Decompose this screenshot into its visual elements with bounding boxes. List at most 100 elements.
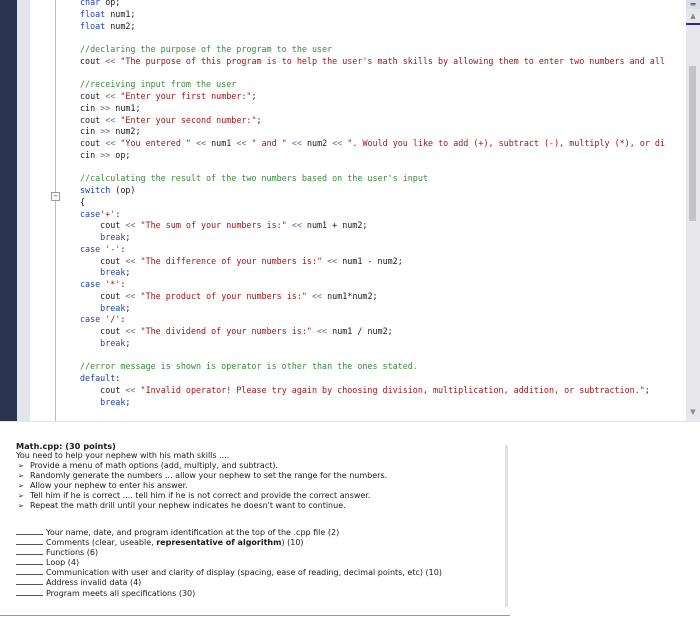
- assignment-title: Math.cpp: (30 points): [16, 441, 116, 451]
- code-line[interactable]: cout << "The dividend of your numbers is…: [80, 326, 665, 338]
- code-token: :: [120, 279, 126, 289]
- code-line[interactable]: {: [80, 197, 665, 209]
- rubric-text: Loop (4): [46, 558, 80, 568]
- arrow-bullet-icon: ➢: [18, 492, 24, 500]
- code-token: cout: [80, 384, 126, 395]
- arrow-bullet-icon: ➢: [18, 462, 24, 470]
- arrow-bullet-icon: ➢: [18, 482, 24, 490]
- code-line[interactable]: cout << "Enter your first number:";: [80, 91, 665, 103]
- code-token: op;: [110, 149, 131, 160]
- code-line[interactable]: //calculating the result of the two numb…: [80, 173, 665, 185]
- code-line[interactable]: cout << "The product of your numbers is:…: [80, 291, 665, 303]
- code-line[interactable]: //declaring the purpose of the program t…: [80, 44, 665, 56]
- code-line[interactable]: cin >> op;: [80, 150, 665, 162]
- assignment-description: Math.cpp: (30 points) You need to help y…: [16, 441, 516, 511]
- grading-rubric: Your name, date, and program identificat…: [16, 527, 442, 598]
- code-token: "You entered ": [115, 138, 191, 148]
- code-token: num2;: [110, 126, 141, 137]
- requirement-text: Allow your nephew to enter his answer.: [30, 481, 188, 490]
- code-line[interactable]: cin >> num1;: [80, 103, 665, 115]
- document-border-right: [505, 445, 508, 607]
- scrollbar-thumb[interactable]: [689, 66, 696, 221]
- code-token: <<: [306, 290, 323, 301]
- code-token: ;: [125, 337, 131, 348]
- code-token: "Invalid operator! Please try again by c…: [135, 384, 645, 395]
- scroll-up-arrow-icon[interactable]: ▲: [686, 12, 700, 20]
- code-token: num1;: [105, 8, 136, 19]
- code-line[interactable]: float num2;: [80, 21, 665, 33]
- score-blank-line: [16, 567, 43, 576]
- code-line[interactable]: cout << "The difference of your numbers …: [80, 256, 665, 268]
- code-token: "The sum of your numbers is:": [135, 220, 287, 231]
- code-token: ". Would you like to add (+), subtract (…: [342, 138, 665, 148]
- code-line[interactable]: break;: [80, 397, 665, 409]
- code-line[interactable]: case '/':: [80, 314, 665, 326]
- code-line[interactable]: cout << "Invalid operator! Please try ag…: [80, 385, 665, 397]
- split-window-icon[interactable]: ═: [686, 0, 700, 9]
- code-token: <<: [105, 91, 116, 101]
- rubric-text: Program meets all specifications (30): [46, 588, 196, 598]
- code-line[interactable]: [80, 68, 665, 80]
- rubric-text-bold: representative of algorithm: [156, 538, 282, 548]
- requirement-item: ➢ Provide a menu of math options (add, mu…: [16, 461, 516, 471]
- code-token: case: [80, 208, 101, 219]
- code-line[interactable]: cout << "The purpose of this program is …: [80, 56, 665, 68]
- code-line[interactable]: cnar op;: [80, 0, 665, 9]
- code-line[interactable]: [80, 32, 665, 44]
- requirement-item: ➢ Tell him if he is correct .... tell him…: [16, 491, 516, 501]
- code-token: <<: [190, 138, 207, 148]
- code-token: :: [115, 208, 121, 219]
- requirement-text: Repeat the math drill until your nephew …: [30, 501, 346, 510]
- code-line[interactable]: //receiving input from the user: [80, 79, 665, 91]
- code-token: case: [80, 279, 101, 289]
- code-line[interactable]: case'+':: [80, 209, 665, 221]
- scroll-down-arrow-icon[interactable]: ▼: [686, 408, 700, 416]
- code-line[interactable]: break;: [80, 303, 665, 315]
- rubric-item: Loop (4): [16, 557, 442, 567]
- outline-fold-line: [55, 0, 56, 421]
- code-token: ;: [125, 396, 131, 407]
- code-token: :: [120, 314, 126, 325]
- code-token: case: [80, 314, 101, 325]
- code-line[interactable]: float num1;: [80, 9, 665, 21]
- code-text[interactable]: cnar op; float num1; float num2; //declari…: [80, 0, 665, 408]
- code-line[interactable]: switch (op): [80, 185, 665, 197]
- code-line[interactable]: cin >> num2;: [80, 126, 665, 138]
- code-token: cnar: [80, 0, 101, 7]
- code-token: '-': [100, 243, 121, 254]
- code-token: num1 + num2;: [301, 220, 368, 231]
- rubric-text: Comments (clear, useable,: [46, 538, 157, 548]
- collapse-minus-icon[interactable]: −: [51, 192, 60, 201]
- code-token: :: [115, 373, 121, 383]
- rubric-text: ) (10): [281, 538, 304, 548]
- code-line[interactable]: cout << "The sum of your numbers is:" <<…: [80, 220, 665, 232]
- code-line[interactable]: break;: [80, 267, 665, 279]
- code-editor[interactable]: − cnar op; float num1; float num2; //decla…: [0, 0, 700, 422]
- code-token: break: [80, 232, 126, 242]
- code-line[interactable]: case '*':: [80, 279, 665, 291]
- score-blank-line: [16, 537, 43, 546]
- requirement-item: ➢ Randomly generate the numbers ... allow…: [16, 471, 516, 481]
- code-token: "The difference of your numbers is:": [135, 255, 323, 266]
- code-line[interactable]: //error message is shown is operator is …: [80, 361, 665, 373]
- code-line[interactable]: [80, 350, 665, 362]
- code-token: cout: [80, 326, 126, 336]
- code-token: :: [120, 243, 126, 254]
- vertical-scrollbar[interactable]: ═ ▲ ▼: [686, 0, 700, 421]
- code-line[interactable]: break;: [80, 338, 665, 350]
- editor-gutter: [17, 0, 30, 421]
- code-line[interactable]: default:: [80, 373, 665, 385]
- code-token: op;: [100, 0, 121, 7]
- code-line[interactable]: cout << "You entered " << num1 << " and …: [80, 138, 665, 150]
- code-token: cout: [80, 91, 106, 101]
- code-token: cout: [80, 138, 106, 148]
- code-token: break: [80, 396, 126, 407]
- code-line[interactable]: break;: [80, 232, 665, 244]
- code-line[interactable]: cout << "Enter your second number:";: [80, 115, 665, 127]
- code-token: num2;: [105, 20, 136, 31]
- code-line[interactable]: case '-':: [80, 244, 665, 256]
- code-line[interactable]: [80, 162, 665, 174]
- code-token: <<: [125, 255, 136, 266]
- assignment-intro: You need to help your nephew with his ma…: [16, 451, 230, 460]
- code-token: case: [80, 243, 101, 254]
